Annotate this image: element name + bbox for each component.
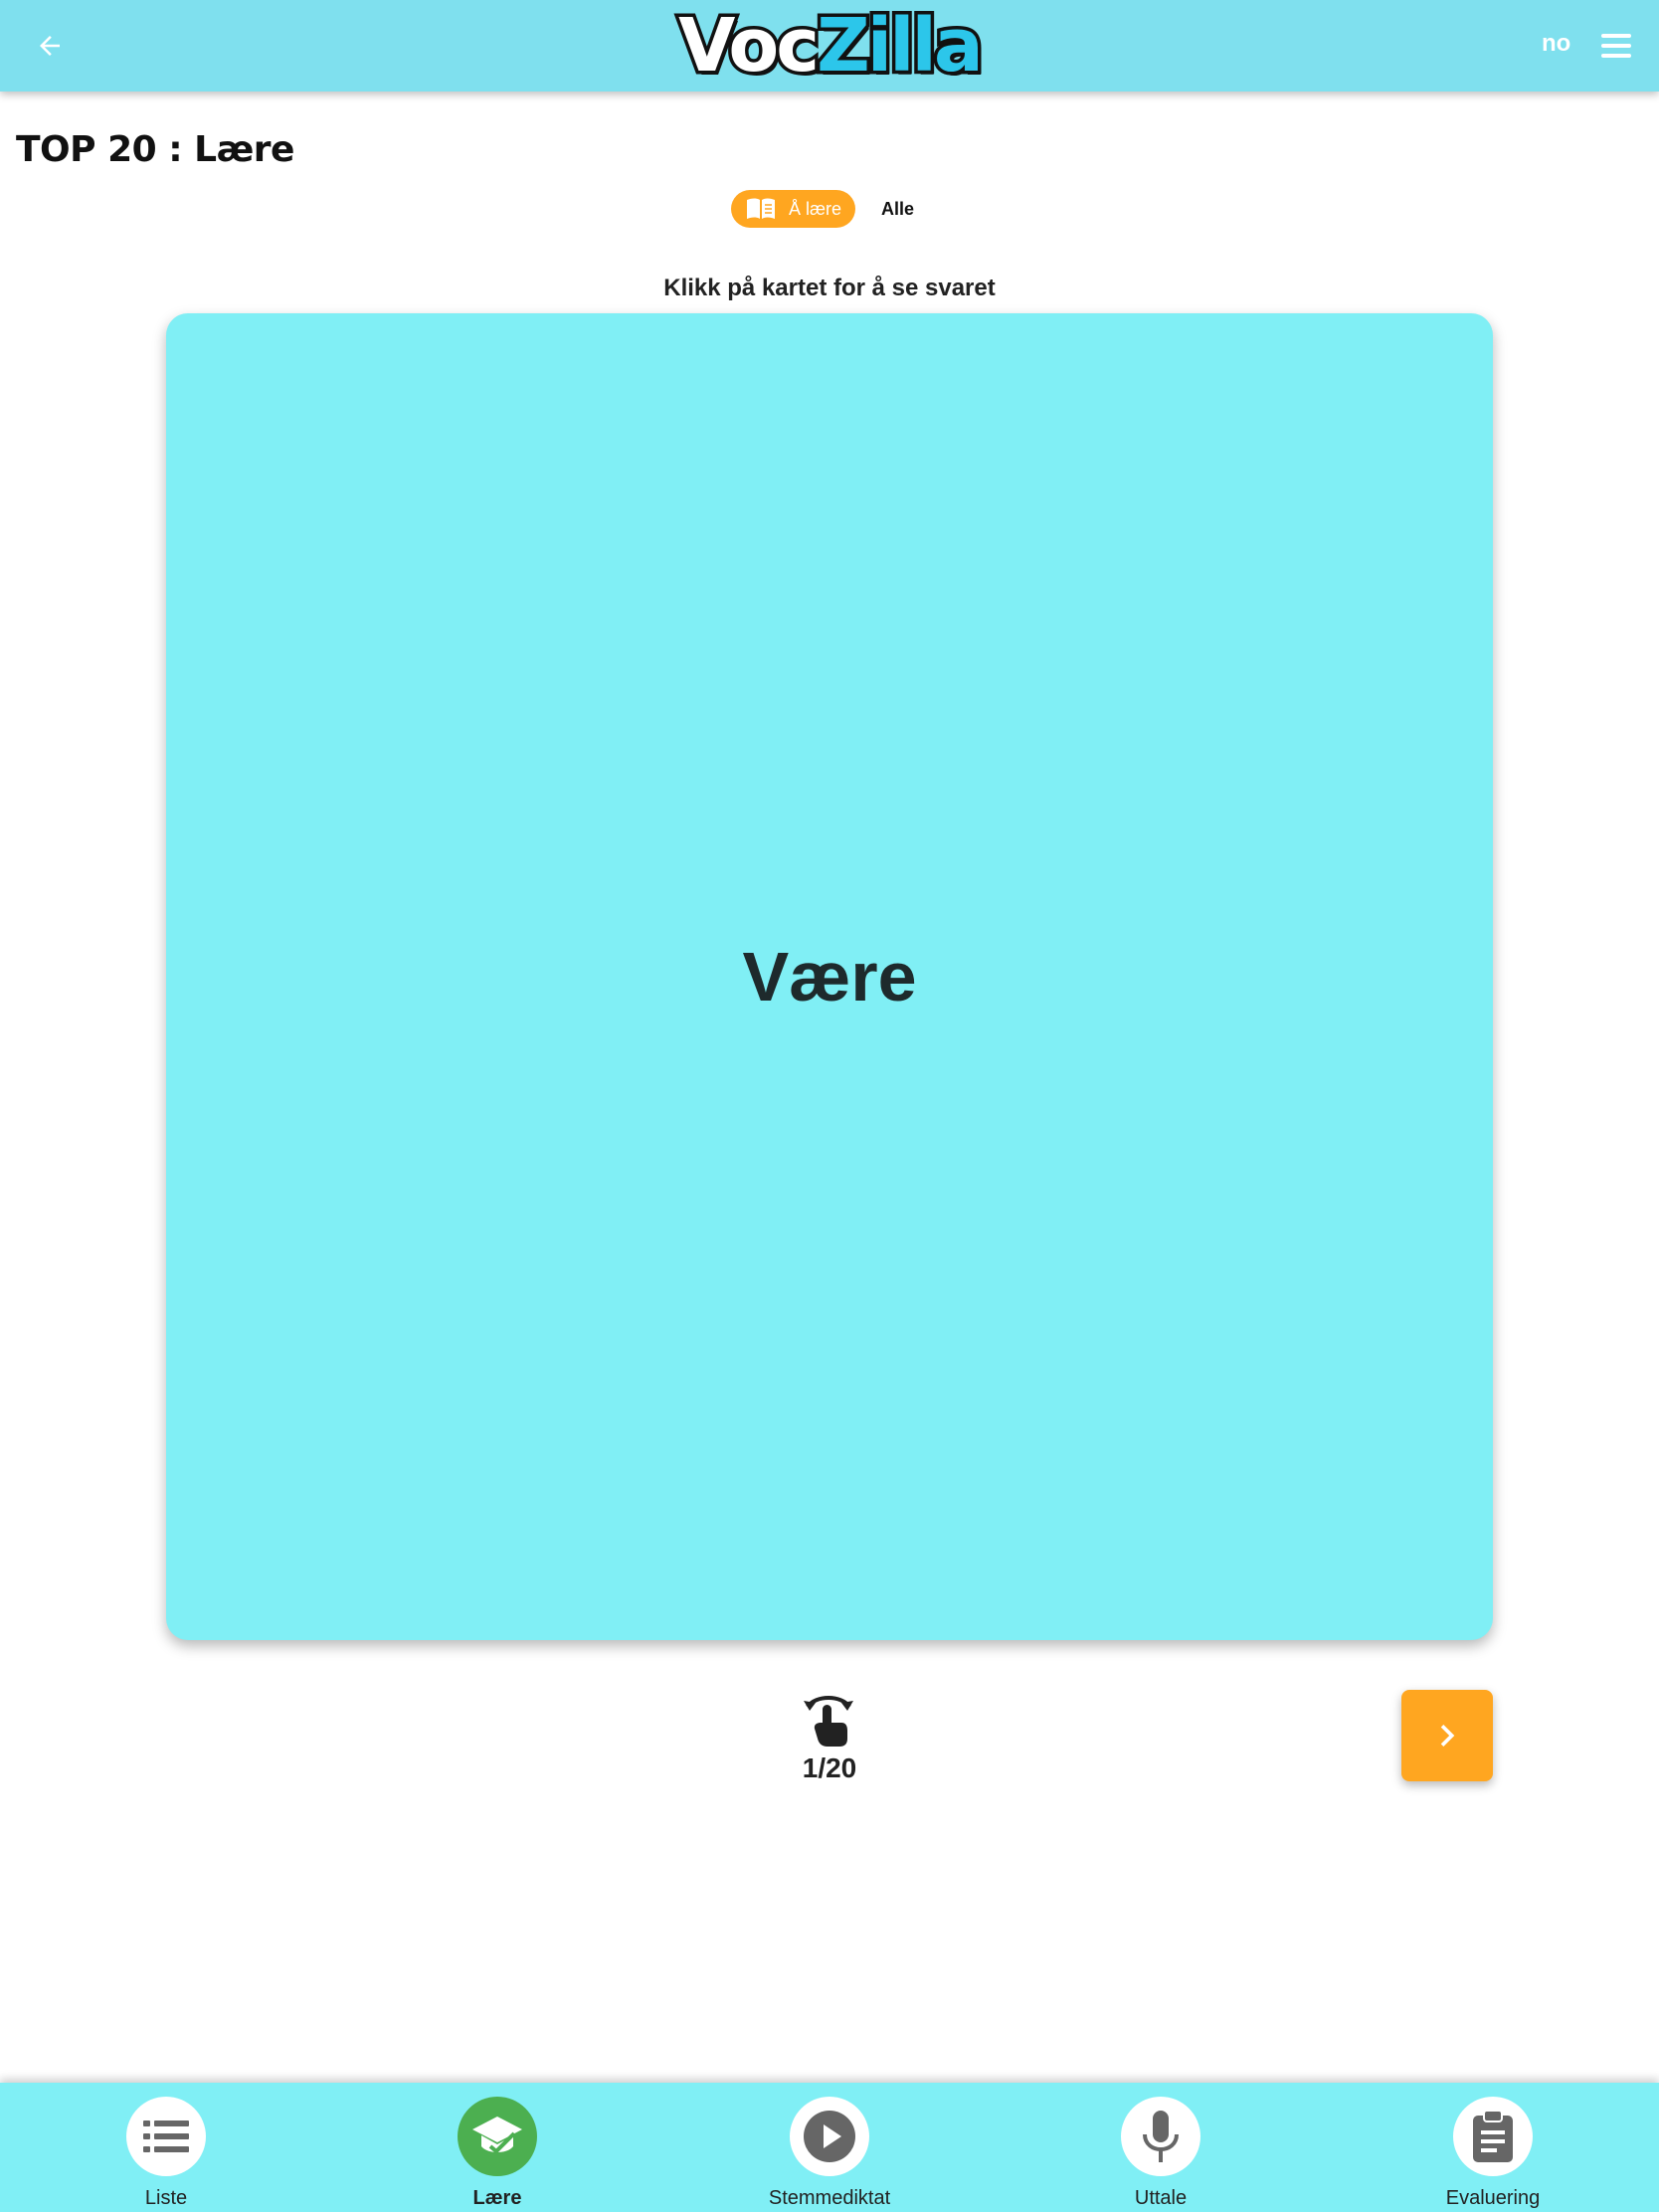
arrow-left-icon [40, 36, 60, 56]
nav-label: Lære [472, 2187, 522, 2209]
book-icon [746, 198, 775, 219]
menu-button[interactable] [1601, 26, 1639, 66]
app-header: Voc Zilla no [0, 0, 1659, 92]
nav-icon-circle [1453, 2097, 1533, 2176]
logo-text-voc: Voc [675, 3, 824, 89]
microphone-icon [1143, 2111, 1179, 2162]
back-button[interactable] [24, 20, 76, 72]
app-logo: Voc Zilla [662, 4, 997, 88]
card-instruction: Klikk på kartet for å se svaret [663, 275, 996, 301]
filter-all-button[interactable]: Alle [881, 199, 914, 220]
nav-item-evaluering[interactable]: Evaluering [1393, 2097, 1592, 2209]
clipboard-icon [1473, 2110, 1513, 2162]
language-selector[interactable]: no [1542, 30, 1570, 58]
nav-label: Uttale [1134, 2187, 1188, 2209]
menu-icon-line [1601, 44, 1631, 48]
menu-icon-line [1601, 34, 1631, 38]
bottom-navigation: Liste Lære Stemmediktat Uttale Evaluerin… [0, 2083, 1659, 2212]
flashcard[interactable]: Være [166, 313, 1493, 1640]
nav-icon-circle-active [458, 2097, 537, 2176]
graduation-cap-icon [472, 2117, 522, 2154]
play-icon [804, 2111, 855, 2162]
nav-icon-circle [1121, 2097, 1200, 2176]
chevron-right-icon [1440, 1725, 1455, 1747]
menu-icon-line [1601, 54, 1631, 58]
card-counter: 1/20 [802, 1752, 857, 1783]
nav-icon-circle [126, 2097, 206, 2176]
nav-label: Evaluering [1445, 2187, 1541, 2209]
nav-item-liste[interactable]: Liste [67, 2097, 266, 2209]
logo-text-zilla: Zilla [814, 3, 988, 89]
nav-label: Stemmediktat [768, 2187, 891, 2209]
filter-to-learn-button[interactable]: Å lære [731, 190, 855, 228]
filter-to-learn-label: Å lære [788, 198, 841, 219]
flashcard-word: Være [742, 938, 917, 1015]
nav-item-laere[interactable]: Lære [398, 2097, 597, 2209]
list-icon [143, 2120, 189, 2152]
nav-icon-circle [790, 2097, 869, 2176]
nav-item-stemmediktat[interactable]: Stemmediktat [730, 2097, 929, 2209]
tap-flip-icon [804, 1696, 853, 1747]
nav-item-uttale[interactable]: Uttale [1061, 2097, 1260, 2209]
next-card-button[interactable] [1401, 1690, 1493, 1781]
nav-label: Liste [144, 2187, 188, 2209]
page-title: TOP 20 : Lære [16, 129, 294, 170]
